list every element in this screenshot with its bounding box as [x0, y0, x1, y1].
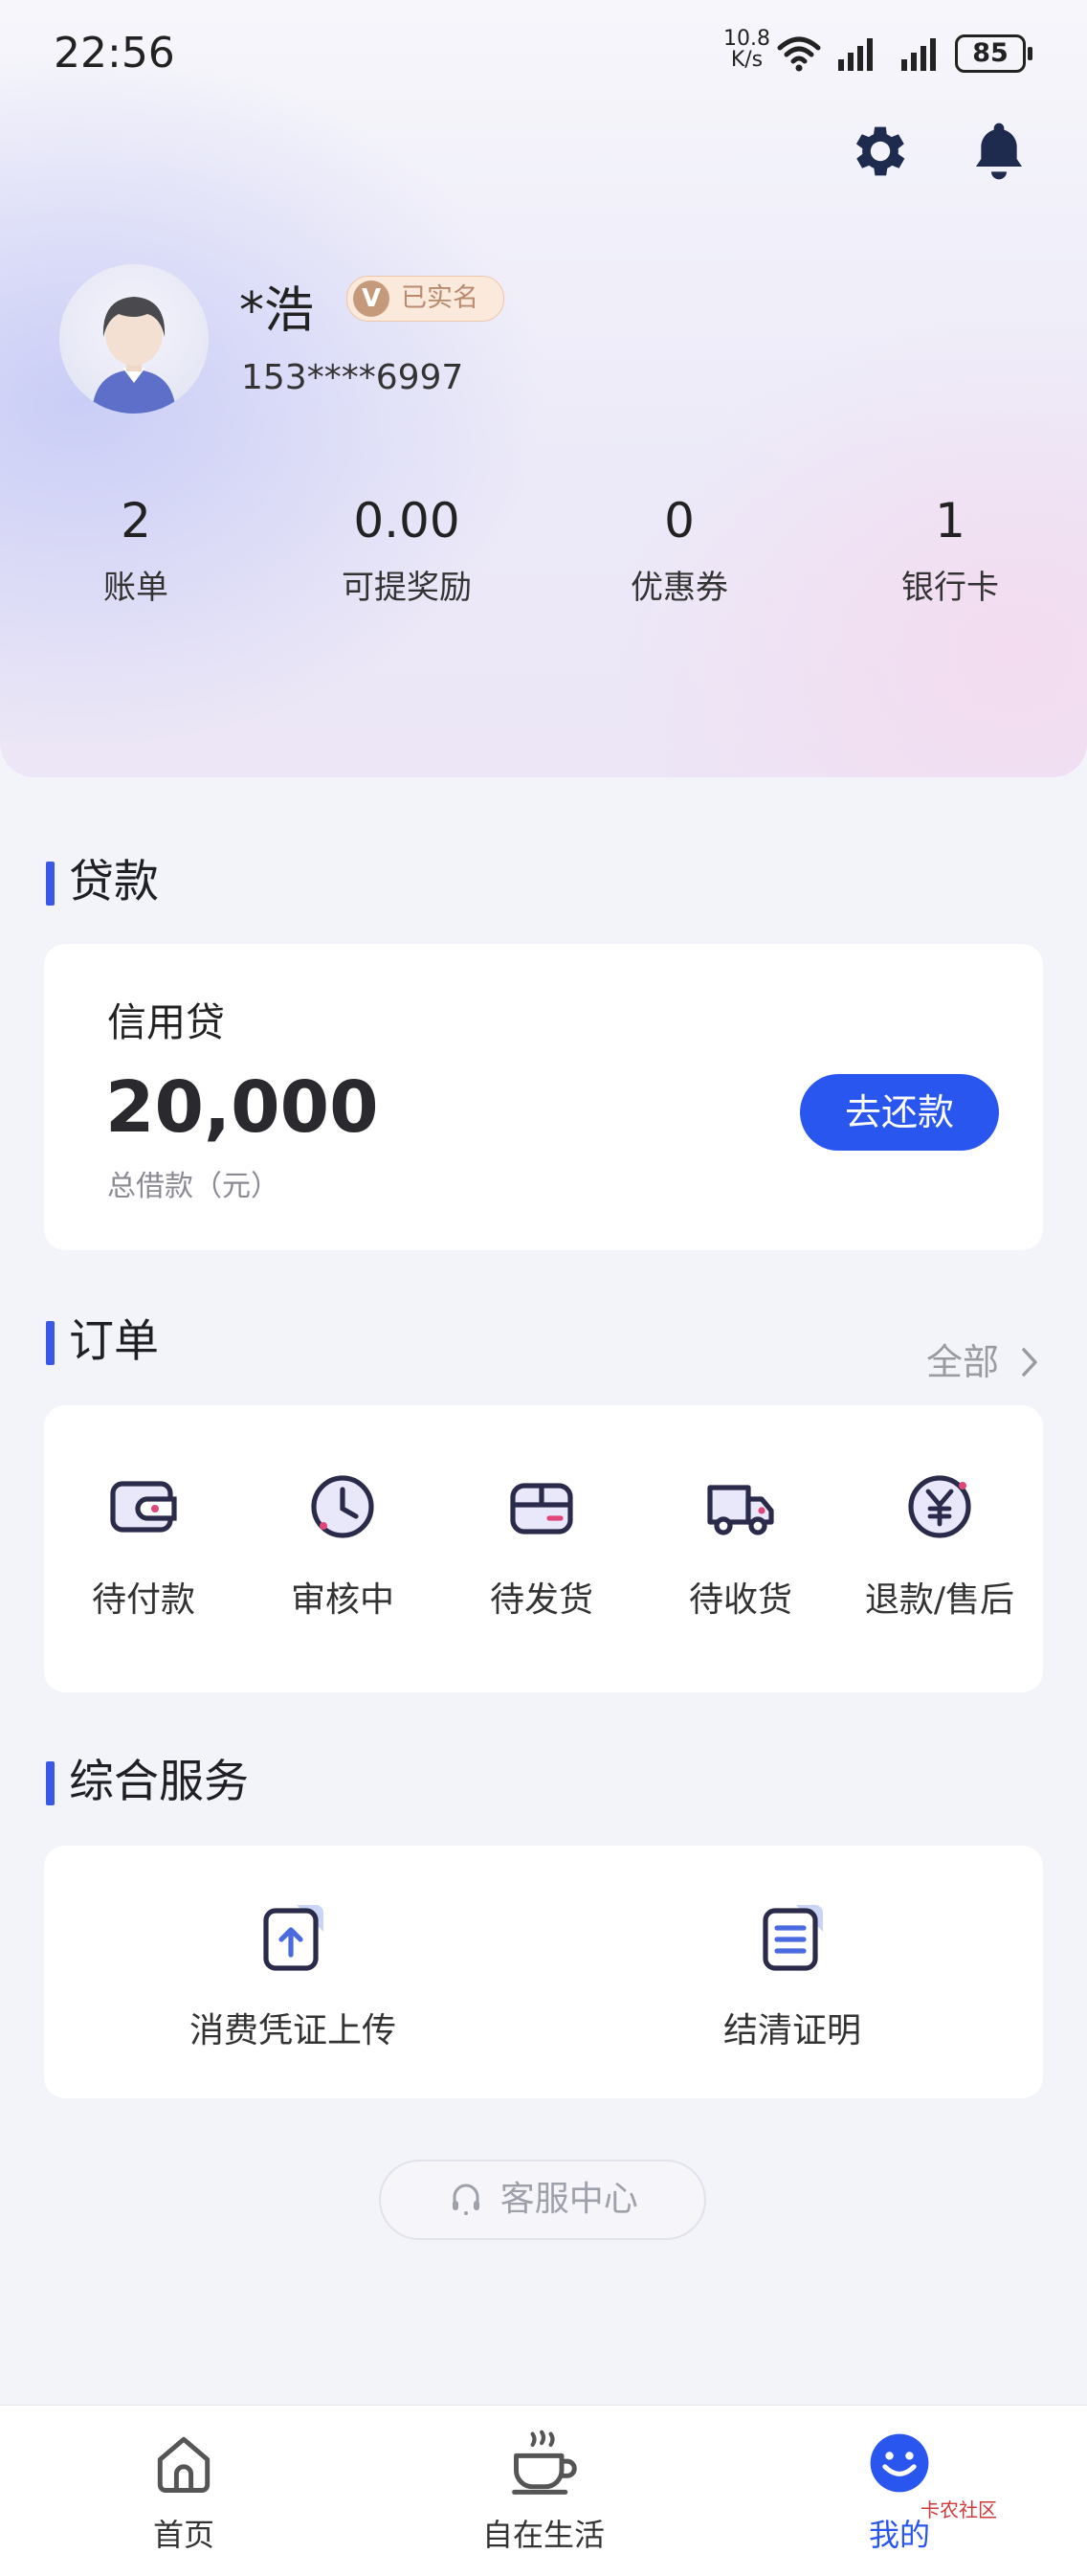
loan-section-title: 贷款 — [46, 854, 159, 911]
coffee-cup-icon — [512, 2430, 577, 2495]
order-pending-shipment[interactable]: 待发货 — [455, 1468, 628, 1622]
stat-value: 0 — [664, 493, 695, 549]
stat-value: 2 — [121, 493, 151, 549]
refund-yen-icon — [908, 1475, 971, 1538]
nav-lifestyle[interactable]: 自在生活 — [438, 2427, 649, 2555]
customer-service-label: 客服中心 — [499, 2180, 638, 2219]
order-refund-after-sales[interactable]: 退款/售后 — [854, 1468, 1026, 1622]
cellular-signal-icon — [838, 38, 873, 71]
verified-badge: V 已实名 — [346, 276, 504, 322]
order-item-label: 待发货 — [489, 1580, 593, 1620]
services-section-title: 综合服务 — [46, 1754, 249, 1811]
status-time: 22:56 — [54, 29, 175, 78]
order-item-label: 待付款 — [91, 1580, 195, 1620]
repay-button[interactable]: 去还款 — [800, 1074, 999, 1151]
battery-indicator: 85 — [955, 34, 1032, 73]
stat-rewards[interactable]: 0.00 可提奖励 — [282, 490, 531, 608]
network-speed: 10.8 K/s — [723, 29, 770, 71]
orders-section-title: 订单 — [46, 1313, 159, 1371]
loan-type: 信用贷 — [107, 999, 225, 1045]
settings-button[interactable] — [842, 113, 919, 190]
stat-coupons[interactable]: 0 优惠券 — [555, 490, 804, 608]
service-item-label: 结清证明 — [722, 2011, 861, 2050]
status-bar: 22:56 10.8 K/s 85 — [0, 0, 1087, 115]
loan-amount: 20,000 — [105, 1066, 379, 1149]
gear-icon — [855, 126, 905, 176]
certificate-document-icon — [763, 1905, 823, 1971]
cellular-signal-icon-2 — [901, 38, 936, 71]
user-avatar-icon — [92, 297, 176, 414]
stat-value: 1 — [935, 493, 965, 549]
network-speed-unit: K/s — [730, 48, 764, 72]
order-pending-payment[interactable]: 待付款 — [57, 1468, 230, 1622]
loan-amount-caption: 总借款（元） — [107, 1170, 279, 1203]
headset-icon — [453, 2184, 480, 2215]
stat-label: 优惠券 — [631, 569, 728, 607]
nav-mine[interactable]: 我的 — [794, 2427, 1005, 2555]
phone-number: 153****6997 — [241, 358, 464, 397]
account-stats: 2 账单 0.00 可提奖励 0 优惠券 1 银行卡 — [0, 490, 1087, 615]
services-card: 消费凭证上传 结清证明 — [44, 1846, 1043, 2098]
truck-icon — [707, 1485, 774, 1535]
watermark: 卡农社区 — [921, 2498, 997, 2521]
bottom-navigation: 首页 自在生活 我的 — [0, 2405, 1087, 2576]
loan-card[interactable]: 信用贷 20,000 总借款（元） 去还款 — [44, 944, 1043, 1250]
stat-label: 银行卡 — [901, 569, 999, 607]
order-under-review[interactable]: 审核中 — [256, 1468, 429, 1622]
stat-value: 0.00 — [353, 493, 460, 549]
all-link-label: 全部 — [926, 1341, 1000, 1383]
order-item-label: 退款/售后 — [864, 1580, 1015, 1620]
package-icon — [510, 1483, 573, 1534]
nav-home[interactable]: 首页 — [78, 2427, 289, 2555]
nav-label: 自在生活 — [481, 2517, 605, 2553]
order-pending-receipt[interactable]: 待收货 — [654, 1468, 827, 1622]
service-item-label: 消费凭证上传 — [189, 2011, 396, 2050]
orders-card: 待付款 审核中 待发货 待收货 退款/售后 — [44, 1405, 1043, 1692]
bell-icon — [976, 123, 1022, 180]
nav-label: 首页 — [152, 2517, 214, 2553]
orders-all-link[interactable]: 全部 — [926, 1333, 1041, 1385]
service-receipt-upload[interactable]: 消费凭证上传 — [149, 1899, 436, 2052]
verified-v-icon: V — [353, 280, 389, 317]
order-item-label: 审核中 — [290, 1580, 394, 1620]
wallet-icon — [110, 1481, 177, 1533]
chevron-right-icon — [1022, 1348, 1037, 1377]
avatar[interactable] — [59, 264, 209, 414]
network-speed-value: 10.8 — [723, 27, 770, 51]
clock-icon — [311, 1475, 374, 1538]
wifi-icon — [777, 36, 821, 72]
username: *浩 — [239, 282, 315, 340]
verified-badge-label: 已实名 — [401, 283, 478, 313]
service-settlement-certificate[interactable]: 结清证明 — [649, 1899, 936, 2052]
stat-bank-cards[interactable]: 1 银行卡 — [826, 490, 1075, 608]
upload-document-icon — [263, 1905, 323, 1971]
home-icon — [157, 2436, 211, 2493]
stat-bills[interactable]: 2 账单 — [11, 490, 260, 608]
order-item-label: 待收货 — [688, 1580, 792, 1620]
customer-service-button[interactable]: 客服中心 — [379, 2160, 706, 2240]
notification-button[interactable] — [961, 113, 1037, 190]
stat-label: 可提奖励 — [342, 569, 472, 607]
smiley-icon — [870, 2433, 929, 2493]
stat-label: 账单 — [103, 569, 168, 607]
